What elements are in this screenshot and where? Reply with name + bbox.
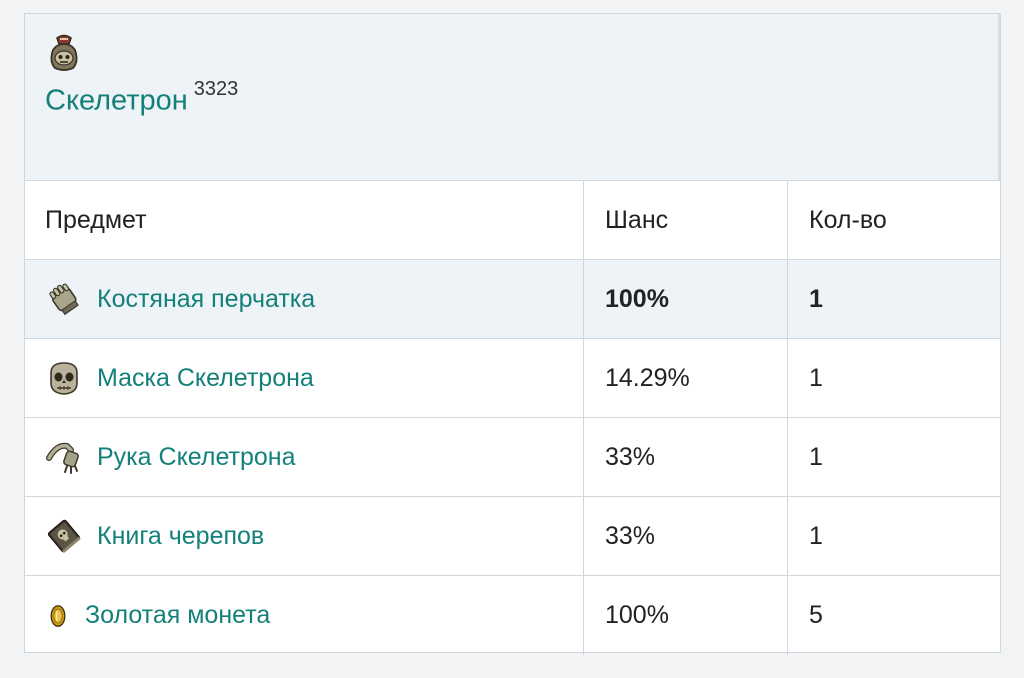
boss-name[interactable]: Скелетрон [45, 85, 188, 117]
reference-marker[interactable]: 3323 [194, 78, 239, 100]
boss-header: Скелетрон 3323 [25, 14, 1000, 181]
qty-cell: 1 [787, 260, 1000, 338]
item-cell: Золотая монета [25, 576, 583, 655]
treasure-bag-icon[interactable] [45, 32, 83, 72]
table-row: Рука Скелетрона 33% 1 [25, 418, 1000, 497]
header-chance: Шанс [583, 181, 787, 259]
item-cell: Маска Скелетрона [25, 339, 583, 417]
qty-cell: 1 [787, 418, 1000, 496]
chance-cell: 33% [583, 418, 787, 496]
chance-cell: 33% [583, 497, 787, 575]
item-link[interactable]: Рука Скелетрона [97, 443, 296, 472]
header-edge [998, 14, 1000, 181]
table-row: Маска Скелетрона 14.29% 1 [25, 339, 1000, 418]
chance-cell: 14.29% [583, 339, 787, 417]
table-row: Книга черепов 33% 1 [25, 497, 1000, 576]
item-link[interactable]: Костяная перчатка [97, 285, 315, 314]
header-item: Предмет [45, 205, 147, 234]
item-link[interactable]: Золотая монета [85, 601, 270, 630]
boss-title-link[interactable]: Скелетрон 3323 [45, 78, 238, 118]
header-qty: Кол-во [787, 181, 1000, 259]
drop-table-card: Скелетрон 3323 Предмет Шанс Кол-во Костя… [24, 13, 1001, 655]
item-link[interactable]: Книга черепов [97, 522, 264, 551]
qty-cell: 1 [787, 497, 1000, 575]
item-link[interactable]: Маска Скелетрона [97, 364, 314, 393]
table-header-row: Предмет Шанс Кол-во [25, 181, 1000, 260]
book-of-skulls-icon[interactable] [45, 517, 83, 555]
table-row: Костяная перчатка 100% 1 [25, 260, 1000, 339]
qty-cell: 5 [787, 576, 1000, 655]
item-cell: Костяная перчатка [25, 260, 583, 338]
skeletron-hand-icon[interactable] [45, 438, 83, 476]
item-cell: Книга черепов [25, 497, 583, 575]
chance-cell: 100% [583, 576, 787, 655]
chance-cell: 100% [583, 260, 787, 338]
gold-coin-icon[interactable] [45, 597, 71, 635]
skeletron-mask-icon[interactable] [45, 359, 83, 397]
item-cell: Рука Скелетрона [25, 418, 583, 496]
bone-glove-icon[interactable] [45, 280, 83, 318]
drop-table: Предмет Шанс Кол-во Костяная перчатка 10… [25, 181, 1000, 655]
table-row: Золотая монета 100% 5 [25, 576, 1000, 655]
qty-cell: 1 [787, 339, 1000, 417]
